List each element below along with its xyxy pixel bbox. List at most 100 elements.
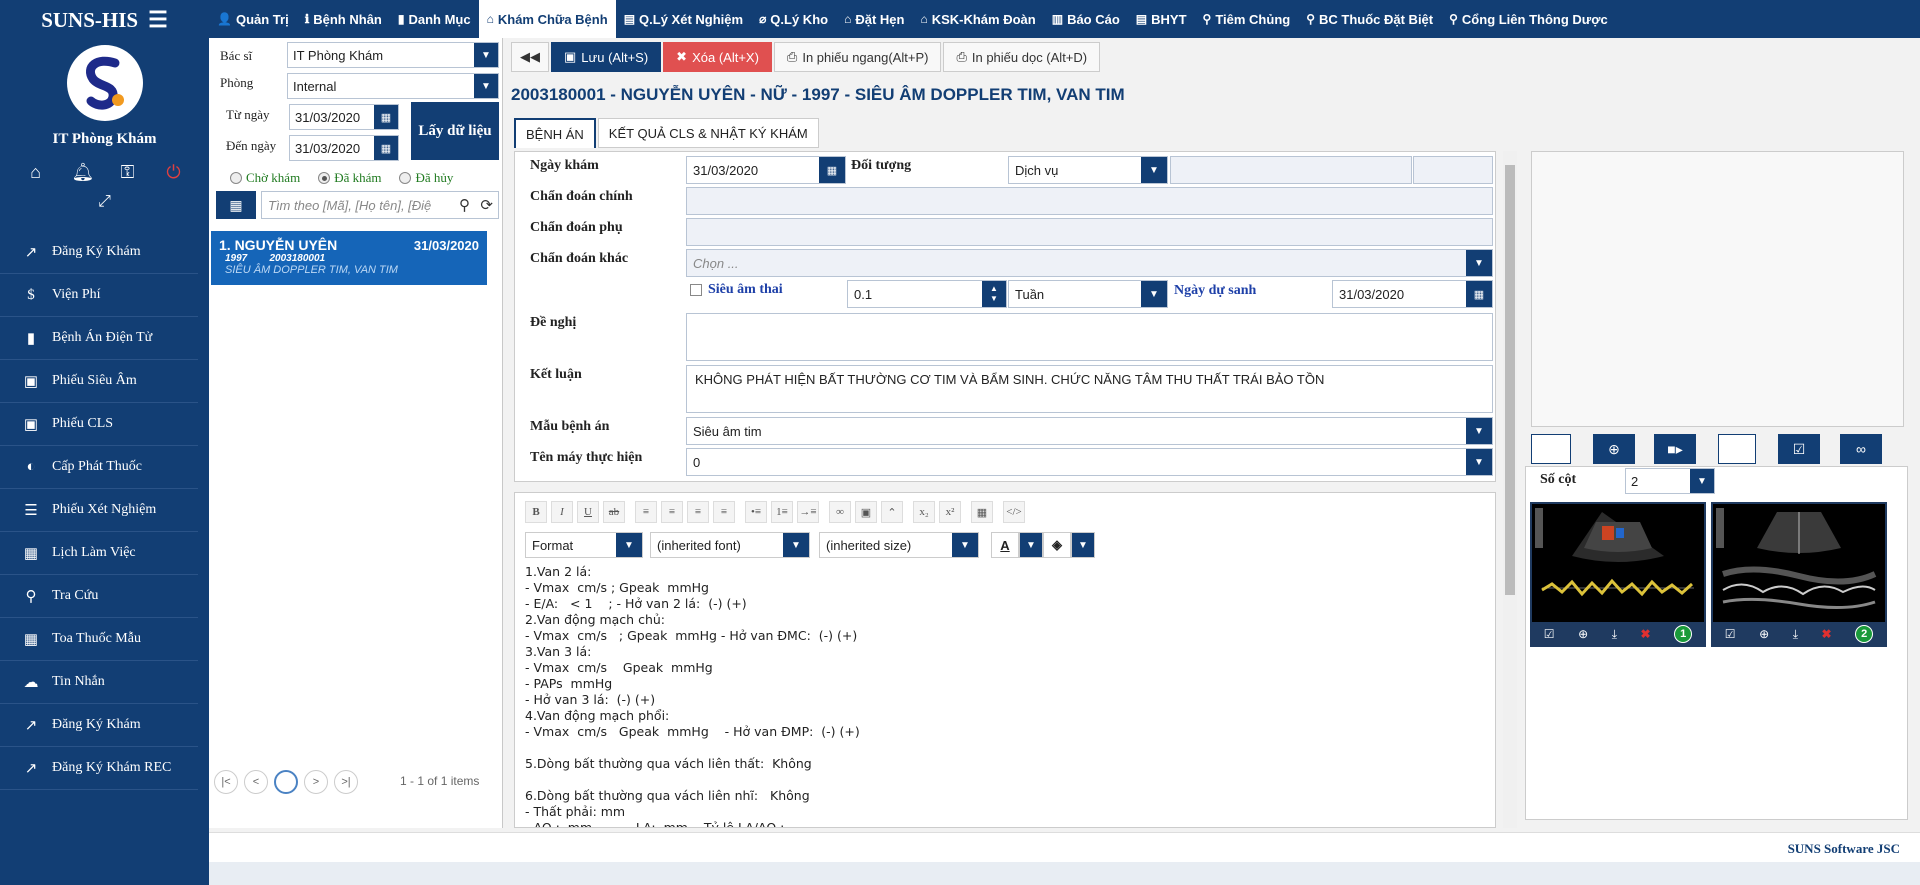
spinner-arrows-icon[interactable]: ▲ ▼ [982,281,1006,307]
bullet-list-icon[interactable]: •≡ [745,501,767,523]
from-date-input[interactable]: 31/03/2020 ▦ [289,104,399,130]
to-date-input[interactable]: 31/03/2020 ▦ [289,135,399,161]
main-diagnosis-input[interactable] [686,187,1493,215]
sidebar-item-8[interactable]: ⚲ Tra Cứu [0,575,198,618]
strikethrough-icon[interactable]: ab [603,501,625,523]
nav-tab-8[interactable]: ▥ Báo Cáo [1044,0,1128,38]
pregnancy-checkbox[interactable]: Siêu âm thai [690,282,783,298]
print-portrait-button[interactable]: ⎙ In phiếu dọc (Alt+D) [943,42,1101,72]
sidebar-item-1[interactable]: $ Viện Phí [0,274,198,317]
radio-done[interactable]: Đã khám [318,170,381,186]
subject-extra-field-2[interactable] [1413,156,1493,184]
nav-tab-11[interactable]: ⚲ BC Thuốc Đặt Biệt [1298,0,1441,38]
ultrasound-thumbnail-2[interactable]: ☑ ⊕ ⤓ ✖ 2 [1711,502,1887,647]
delete-button[interactable]: ✖ Xóa (Alt+X) [663,42,772,72]
sidebar-item-5[interactable]: ◐ Cấp Phát Thuốc [0,446,198,489]
indent-icon[interactable]: →≡ [797,501,819,523]
bg-color-dropdown[interactable]: ▼ [1071,532,1095,558]
text-color-dropdown[interactable]: ▼ [1019,532,1043,558]
power-icon[interactable]: ⏻ [164,162,184,183]
refresh-icon[interactable]: ⟳ [480,196,493,214]
sidebar-item-9[interactable]: ▦ Toa Thuốc Mẫu [0,618,198,661]
machine-select[interactable]: 0 ▼ [686,448,1493,476]
current-page-button[interactable]: 1 [274,770,298,794]
sub-diagnosis-input[interactable] [686,218,1493,246]
text-color-icon[interactable]: A [991,532,1019,558]
ultrasound-image-1[interactable] [1532,504,1704,622]
fullscreen-icon[interactable]: ⤢ [0,193,209,211]
subject-select[interactable]: Dịch vụ ▼ [1008,156,1168,184]
nav-tab-6[interactable]: ⌂ Đặt Hẹn [836,0,912,38]
select-all-button[interactable]: ☑ [1778,434,1820,464]
due-date-input[interactable]: 31/03/2020 ▦ [1332,280,1493,308]
room-select[interactable]: Internal ▼ [287,73,499,99]
sidebar-item-4[interactable]: ▣ Phiếu CLS [0,403,198,446]
checkbox-icon[interactable]: ☑ [1544,627,1555,641]
hamburger-menu-icon[interactable]: ☰ [148,7,168,33]
columns-select[interactable]: 2 ▼ [1625,468,1715,494]
code-view-icon[interactable]: </> [1003,501,1025,523]
align-right-icon[interactable]: ≡ [687,501,709,523]
tab-cls-results[interactable]: KẾT QUẢ CLS & NHẬT KÝ KHÁM [597,118,819,148]
camera-button[interactable]: ■▸ [1654,434,1696,464]
ultrasound-image-2[interactable] [1713,504,1885,622]
image-icon[interactable]: ▣ [855,501,877,523]
nav-tab-7[interactable]: ⌂ KSK-Khám Đoàn [912,0,1043,38]
home-icon[interactable]: ⌂ [26,162,46,183]
zoom-button[interactable]: ⊕ [1593,434,1635,464]
align-left-icon[interactable]: ≡ [635,501,657,523]
radio-cancelled[interactable]: Đã hủy [399,170,453,186]
bell-icon[interactable]: 🔔︎ [72,162,95,183]
patient-list-item[interactable]: 1. NGUYỄN UYÊN 31/03/2020 1997 200318000… [211,231,487,285]
calendar-icon[interactable]: ▦ [1466,281,1492,307]
zoom-icon[interactable]: ⊕ [1578,627,1588,641]
radio-waiting[interactable]: Chờ khám [230,170,300,186]
exam-date-input[interactable]: 31/03/2020 ▦ [686,156,846,184]
nav-tab-10[interactable]: ⚲ Tiêm Chủng [1195,0,1299,38]
subscript-icon[interactable]: x₂ [913,501,935,523]
sidebar-item-6[interactable]: ☰ Phiếu Xét Nghiệm [0,489,198,532]
week-unit-select[interactable]: Tuần ▼ [1008,280,1168,308]
delete-icon[interactable]: ✖ [1822,627,1832,641]
prev-page-button[interactable]: < [244,770,268,794]
format-select[interactable]: Format ▼ [525,532,643,558]
bg-color-icon[interactable]: ◈ [1043,532,1071,558]
calendar-icon[interactable]: ▦ [819,157,845,183]
link-button[interactable]: ∞ [1840,434,1882,464]
blank-image-button[interactable] [1531,434,1571,464]
scrollbar-thumb[interactable] [1505,165,1515,595]
delete-icon[interactable]: ✖ [1641,627,1651,641]
form-scrollbar[interactable] [1503,151,1517,828]
download-icon[interactable]: ⤓ [1612,627,1617,642]
align-justify-icon[interactable]: ≡ [713,501,735,523]
nav-tab-1[interactable]: ℹ Bệnh Nhân [297,0,390,38]
get-data-button[interactable]: Lấy dữ liệu [411,102,499,160]
last-page-button[interactable]: >| [334,770,358,794]
nav-tab-3[interactable]: ⌂ Khám Chữa Bệnh [478,0,616,38]
ultrasound-thumbnail-1[interactable]: ☑ ⊕ ⤓ ✖ 1 [1530,502,1706,647]
print-landscape-button[interactable]: ⎙ In phiếu ngang(Alt+P) [773,42,942,72]
download-icon[interactable]: ⤓ [1793,627,1798,642]
nav-tab-5[interactable]: ⌀ Q.Lý Kho [751,0,836,38]
calendar-icon[interactable]: ▦ [374,105,398,129]
sidebar-item-10[interactable]: ☁ Tin Nhắn [0,661,198,704]
table-icon[interactable]: ▦ [971,501,993,523]
underline-icon[interactable]: U [577,501,599,523]
link-icon[interactable]: ∞ [829,501,851,523]
nav-tab-9[interactable]: ▤ BHYT [1128,0,1195,38]
sidebar-item-2[interactable]: ▮ Bệnh Án Điện Tử [0,317,198,360]
blank-action-button[interactable] [1718,434,1756,464]
patient-search-input[interactable]: Tìm theo [Mã], [Họ tên], [Điệ ⚲ ⟳ [261,191,499,219]
editor-body[interactable]: 1.Van 2 lá: - Vmax cm/s ; Gpeak mmHg - E… [525,564,1485,827]
other-diagnosis-select[interactable]: Chọn ... ▼ [686,249,1493,277]
sidebar-item-12[interactable]: ↗ Đăng Ký Khám REC [0,747,198,790]
zoom-icon[interactable]: ⊕ [1759,627,1769,641]
checkbox-icon[interactable]: ☑ [1725,627,1736,641]
sidebar-item-11[interactable]: ↗ Đăng Ký Khám [0,704,198,747]
suggestion-textarea[interactable] [686,313,1493,361]
paste-icon[interactable]: ⌃ [881,501,903,523]
numbered-list-icon[interactable]: 1≡ [771,501,793,523]
nav-tab-2[interactable]: ▮ Danh Mục [390,0,479,38]
conclusion-textarea[interactable]: KHÔNG PHÁT HIỆN BẤT THƯỜNG CƠ TIM VÀ BẨM… [686,365,1493,413]
nav-tab-4[interactable]: ▤ Q.Lý Xét Nghiệm [616,0,751,38]
